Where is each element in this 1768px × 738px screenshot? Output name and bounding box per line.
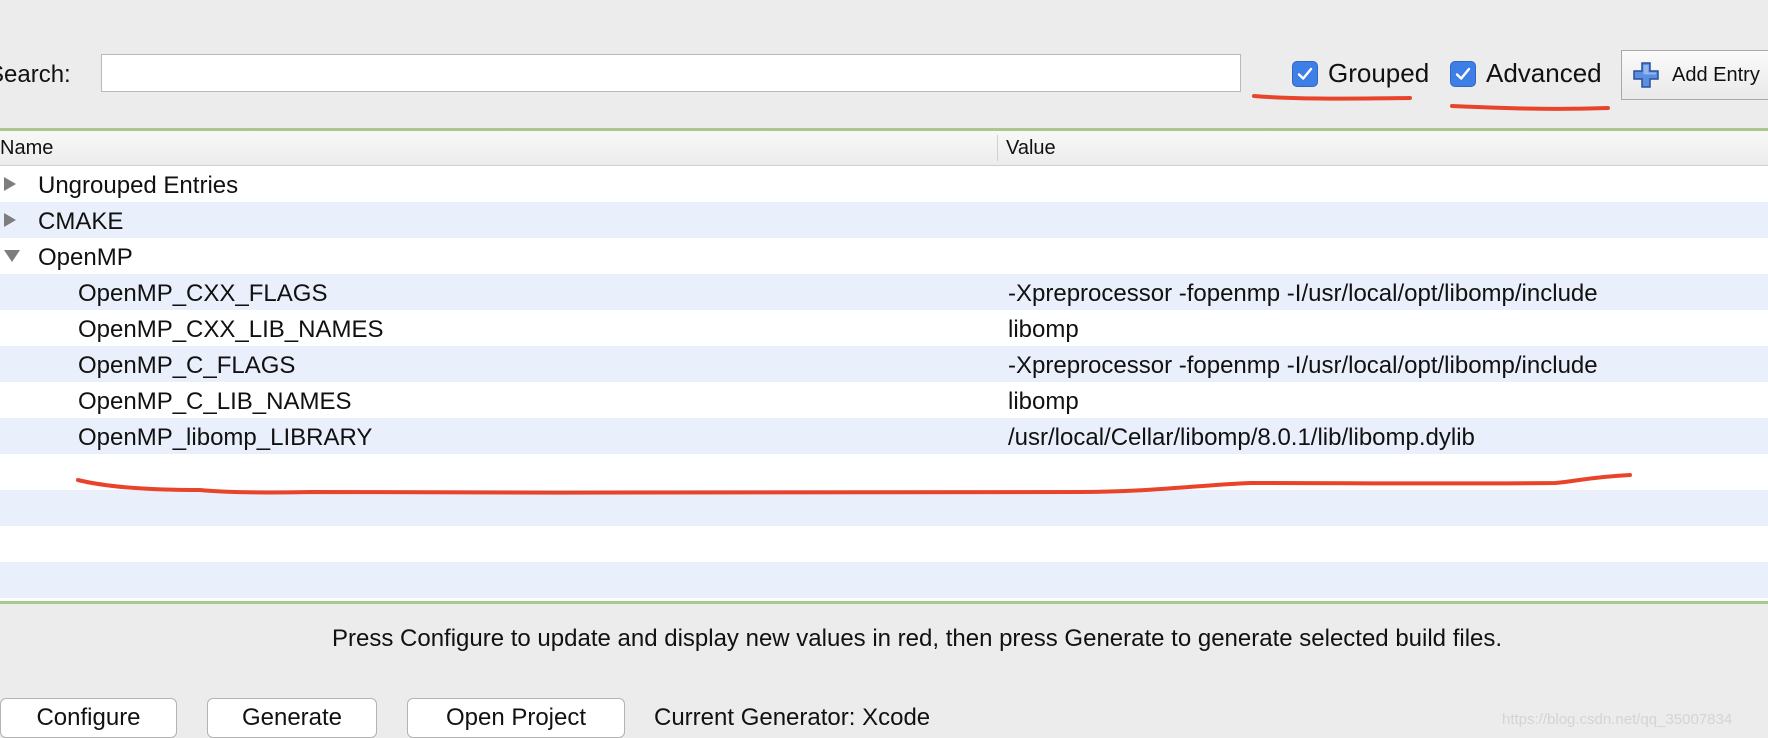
- search-label: Search:: [0, 61, 71, 88]
- empty-row: [0, 454, 1768, 490]
- group-label: CMAKE: [38, 208, 124, 235]
- grouped-label: Grouped: [1328, 58, 1430, 88]
- entry-name: OpenMP_C_LIB_NAMES: [78, 388, 352, 415]
- triangle-right-icon[interactable]: [3, 166, 17, 202]
- add-entry-label: Add Entry: [1672, 63, 1760, 86]
- entry-name: OpenMP_CXX_LIB_NAMES: [78, 316, 384, 343]
- table-row[interactable]: OpenMP_C_LIB_NAMES libomp: [0, 382, 1768, 418]
- advanced-label: Advanced: [1486, 58, 1602, 88]
- column-header-value[interactable]: Value: [1006, 137, 1056, 160]
- table-row[interactable]: OpenMP_libomp_LIBRARY /usr/local/Cellar/…: [0, 418, 1768, 454]
- plus-icon: [1632, 61, 1660, 89]
- current-generator-label: Current Generator: Xcode: [654, 704, 931, 731]
- cache-table: Name Value Ungrouped Entries CMAKE OpenM…: [0, 131, 1768, 602]
- open-project-button[interactable]: Open Project: [407, 698, 625, 738]
- empty-row: [0, 562, 1768, 598]
- group-label: OpenMP: [38, 244, 133, 271]
- checkmark-icon: [1450, 60, 1476, 87]
- annotation-underline: [1252, 94, 1412, 101]
- table-bottom-border: [0, 601, 1768, 604]
- empty-row: [0, 490, 1768, 526]
- table-row[interactable]: OpenMP_CXX_FLAGS -Xpreprocessor -fopenmp…: [0, 274, 1768, 310]
- triangle-right-icon[interactable]: [3, 202, 17, 238]
- column-separator[interactable]: [997, 135, 998, 161]
- entry-name: OpenMP_CXX_FLAGS: [78, 280, 328, 307]
- table-row[interactable]: OpenMP_C_FLAGS -Xpreprocessor -fopenmp -…: [0, 346, 1768, 382]
- search-input[interactable]: [101, 54, 1241, 92]
- generate-button[interactable]: Generate: [207, 698, 377, 738]
- empty-row: [0, 526, 1768, 562]
- advanced-checkbox[interactable]: Advanced: [1450, 58, 1602, 89]
- table-row[interactable]: OpenMP_CXX_LIB_NAMES libomp: [0, 310, 1768, 346]
- entry-value[interactable]: /usr/local/Cellar/libomp/8.0.1/lib/libom…: [1008, 424, 1475, 452]
- entry-name: OpenMP_libomp_LIBRARY: [78, 424, 373, 451]
- group-row-openmp[interactable]: OpenMP: [0, 238, 1768, 274]
- annotation-underline: [1450, 104, 1610, 111]
- configure-button[interactable]: Configure: [0, 698, 177, 738]
- entry-name: OpenMP_C_FLAGS: [78, 352, 296, 379]
- grouped-checkbox[interactable]: Grouped: [1292, 58, 1429, 89]
- group-row-cmake[interactable]: CMAKE: [0, 202, 1768, 238]
- entry-value[interactable]: libomp: [1008, 388, 1079, 416]
- add-entry-button[interactable]: Add Entry: [1621, 50, 1768, 100]
- column-header-name[interactable]: Name: [0, 137, 53, 160]
- entry-value[interactable]: -Xpreprocessor -fopenmp -I/usr/local/opt…: [1008, 352, 1598, 380]
- cmake-window: Search: Grouped Advanced Add Entry Name: [0, 0, 1768, 738]
- group-row-ungrouped[interactable]: Ungrouped Entries: [0, 166, 1768, 202]
- status-hint: Press Configure to update and display ne…: [332, 625, 1503, 652]
- entry-value[interactable]: libomp: [1008, 316, 1079, 344]
- watermark: https://blog.csdn.net/qq_35007834: [1502, 711, 1733, 728]
- table-header: Name Value: [0, 131, 1768, 166]
- group-label: Ungrouped Entries: [38, 172, 239, 199]
- entry-value[interactable]: -Xpreprocessor -fopenmp -I/usr/local/opt…: [1008, 280, 1598, 308]
- triangle-down-icon[interactable]: [3, 238, 21, 274]
- checkmark-icon: [1292, 60, 1318, 87]
